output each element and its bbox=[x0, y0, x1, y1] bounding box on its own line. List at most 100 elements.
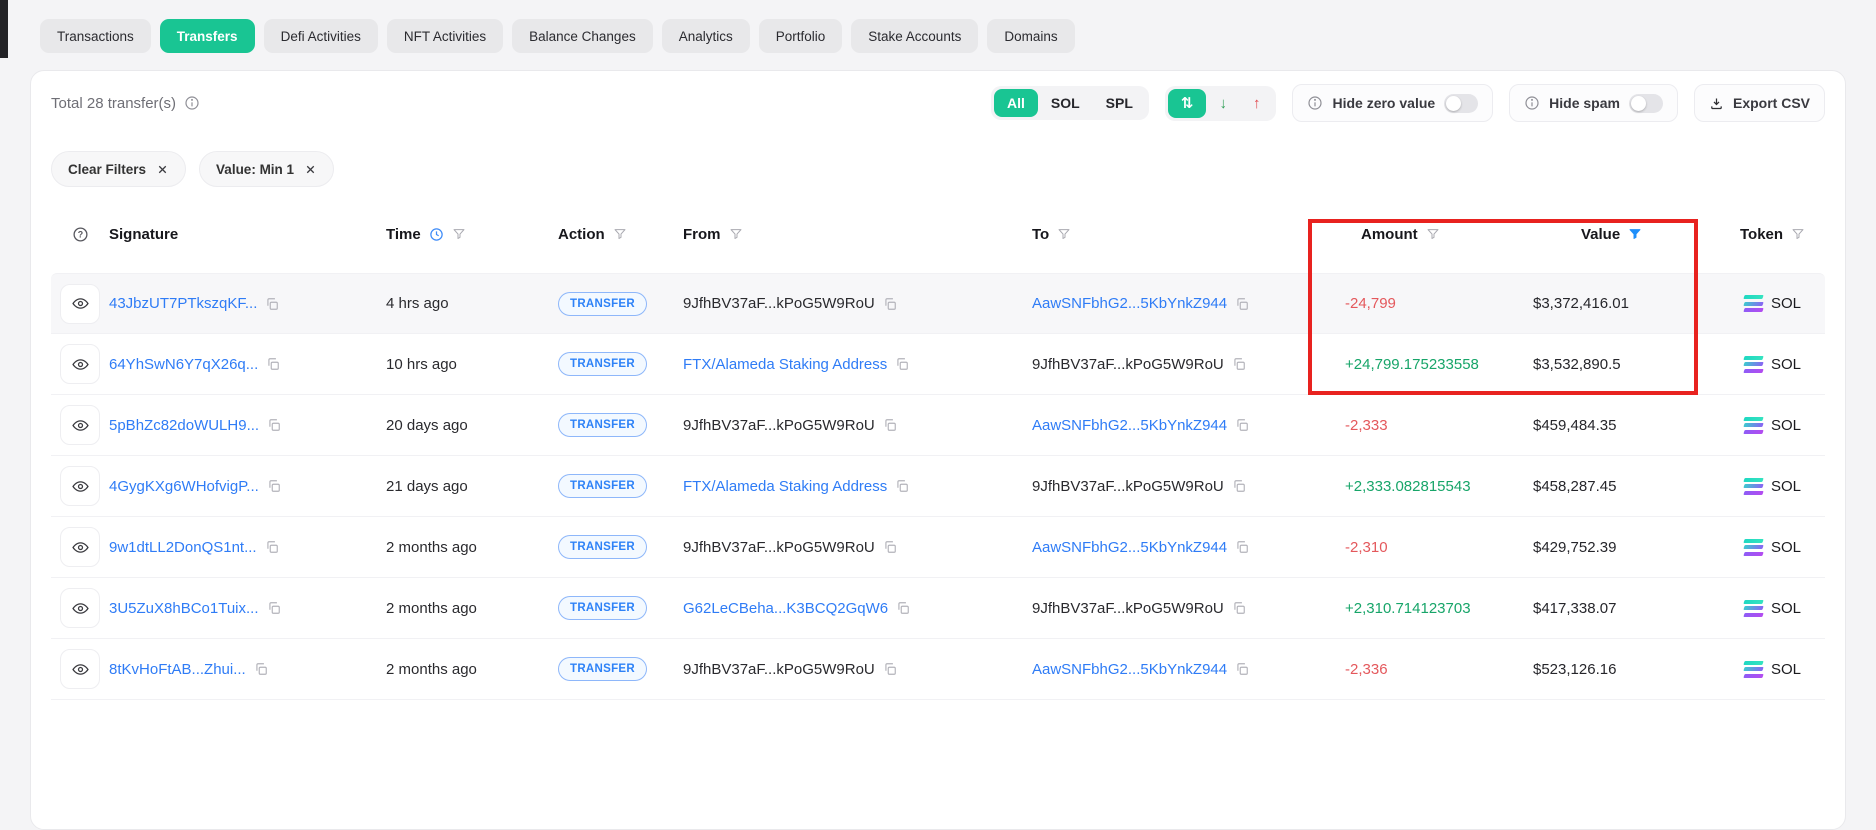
signature-link[interactable]: 3U5ZuX8hBCo1Tuix... bbox=[109, 600, 259, 617]
column-value: Value bbox=[1521, 226, 1716, 243]
copy-icon[interactable] bbox=[266, 357, 280, 371]
hide-zero-value-control[interactable]: Hide zero value bbox=[1292, 84, 1493, 122]
time-value: 2 months ago bbox=[386, 661, 477, 678]
filter-icon[interactable] bbox=[1426, 227, 1440, 241]
filter-icon[interactable] bbox=[729, 227, 743, 241]
copy-icon[interactable] bbox=[267, 418, 281, 432]
copy-icon[interactable] bbox=[254, 662, 268, 676]
total-transfers-label: Total 28 transfer(s) bbox=[51, 95, 176, 112]
info-icon[interactable] bbox=[184, 95, 200, 111]
copy-icon[interactable] bbox=[1232, 479, 1246, 493]
export-csv-button[interactable]: Export CSV bbox=[1694, 84, 1825, 122]
sort-both-glyph: ⇅ bbox=[1181, 95, 1194, 112]
signature-link[interactable]: 43JbzUT7PTkszqKF... bbox=[109, 295, 257, 312]
to-cell: AawSNFbhG2...5KbYnkZ944 bbox=[1032, 417, 1331, 434]
filter-icon[interactable] bbox=[613, 227, 627, 241]
copy-icon[interactable] bbox=[265, 297, 279, 311]
copy-icon[interactable] bbox=[883, 297, 897, 311]
table-body: 43JbzUT7PTkszqKF...4 hrs agoTRANSFER9Jfh… bbox=[51, 273, 1825, 700]
copy-icon[interactable] bbox=[1235, 540, 1249, 554]
filter-icon[interactable] bbox=[1057, 227, 1071, 241]
question-icon[interactable]: ? bbox=[72, 226, 89, 243]
info-icon bbox=[1524, 95, 1540, 111]
segment-sol[interactable]: SOL bbox=[1038, 89, 1093, 117]
filter-active-icon[interactable] bbox=[1628, 227, 1642, 241]
filter-chip-label: Value: Min 1 bbox=[216, 162, 294, 177]
from-address: 9JfhBV37aF...kPoG5W9RoU bbox=[683, 295, 875, 312]
tab-domains[interactable]: Domains bbox=[987, 19, 1074, 53]
hide-spam-control[interactable]: Hide spam bbox=[1509, 84, 1678, 122]
copy-icon[interactable] bbox=[895, 479, 909, 493]
value-cell: $458,287.45 bbox=[1521, 478, 1716, 495]
close-icon[interactable] bbox=[304, 163, 317, 176]
copy-icon[interactable] bbox=[883, 540, 897, 554]
to-address[interactable]: AawSNFbhG2...5KbYnkZ944 bbox=[1032, 539, 1227, 556]
close-icon[interactable] bbox=[156, 163, 169, 176]
tab-analytics[interactable]: Analytics bbox=[662, 19, 750, 53]
copy-icon[interactable] bbox=[1232, 357, 1246, 371]
copy-icon[interactable] bbox=[1235, 418, 1249, 432]
tab-balance-changes[interactable]: Balance Changes bbox=[512, 19, 653, 53]
clock-icon[interactable] bbox=[429, 227, 444, 242]
tab-defi-activities[interactable]: Defi Activities bbox=[264, 19, 378, 53]
copy-icon[interactable] bbox=[265, 540, 279, 554]
preview-eye-button[interactable] bbox=[60, 527, 100, 567]
hide-zero-value-toggle[interactable] bbox=[1444, 94, 1478, 113]
column-from: From bbox=[683, 226, 1032, 243]
to-address[interactable]: AawSNFbhG2...5KbYnkZ944 bbox=[1032, 295, 1227, 312]
from-address[interactable]: FTX/Alameda Staking Address bbox=[683, 478, 887, 495]
from-address[interactable]: G62LeCBeha...K3BCQ2GqW6 bbox=[683, 600, 888, 617]
sort-down-icon[interactable]: ↓ bbox=[1206, 89, 1240, 118]
copy-icon[interactable] bbox=[883, 662, 897, 676]
signature-link[interactable]: 9w1dtLL2DonQS1nt... bbox=[109, 539, 257, 556]
solana-icon bbox=[1744, 661, 1763, 678]
token-label: SOL bbox=[1771, 417, 1801, 434]
time-value: 21 days ago bbox=[386, 478, 468, 495]
to-address[interactable]: AawSNFbhG2...5KbYnkZ944 bbox=[1032, 417, 1227, 434]
signature-link[interactable]: 5pBhZc82doWULH9... bbox=[109, 417, 259, 434]
preview-eye-button[interactable] bbox=[60, 284, 100, 324]
from-address[interactable]: FTX/Alameda Staking Address bbox=[683, 356, 887, 373]
signature-link[interactable]: 8tKvHoFtAB...Zhui... bbox=[109, 661, 246, 678]
copy-icon[interactable] bbox=[267, 479, 281, 493]
tab-transactions[interactable]: Transactions bbox=[40, 19, 151, 53]
usd-value: $3,532,890.5 bbox=[1533, 356, 1621, 373]
copy-icon[interactable] bbox=[883, 418, 897, 432]
filter-chip-value-min-1[interactable]: Value: Min 1 bbox=[199, 151, 334, 187]
copy-icon[interactable] bbox=[267, 601, 281, 615]
copy-icon[interactable] bbox=[896, 601, 910, 615]
signature-link[interactable]: 64YhSwN6Y7qX26q... bbox=[109, 356, 258, 373]
preview-eye-button[interactable] bbox=[60, 588, 100, 628]
token-type-filter: AllSOLSPL bbox=[991, 86, 1149, 120]
tab-stake-accounts[interactable]: Stake Accounts bbox=[851, 19, 978, 53]
segment-all[interactable]: All bbox=[994, 89, 1038, 117]
preview-eye-button[interactable] bbox=[60, 466, 100, 506]
copy-icon[interactable] bbox=[1235, 297, 1249, 311]
tab-transfers[interactable]: Transfers bbox=[160, 19, 255, 53]
amount-cell: -24,799 bbox=[1331, 295, 1521, 312]
copy-icon[interactable] bbox=[1232, 601, 1246, 615]
copy-icon[interactable] bbox=[895, 357, 909, 371]
preview-eye-button[interactable] bbox=[60, 344, 100, 384]
segment-spl[interactable]: SPL bbox=[1093, 89, 1146, 117]
token-label: SOL bbox=[1771, 661, 1801, 678]
to-header-label: To bbox=[1032, 226, 1049, 243]
amount-value: -2,310 bbox=[1345, 539, 1388, 556]
tab-portfolio[interactable]: Portfolio bbox=[759, 19, 843, 53]
preview-cell bbox=[51, 588, 109, 628]
preview-eye-button[interactable] bbox=[60, 405, 100, 445]
filter-chip-clear-filters[interactable]: Clear Filters bbox=[51, 151, 186, 187]
sort-up-icon[interactable]: ↑ bbox=[1240, 89, 1274, 118]
hide-spam-toggle[interactable] bbox=[1629, 94, 1663, 113]
filter-icon[interactable] bbox=[1791, 227, 1805, 241]
preview-eye-button[interactable] bbox=[60, 649, 100, 689]
value-cell: $429,752.39 bbox=[1521, 539, 1716, 556]
signature-cell: 5pBhZc82doWULH9... bbox=[109, 417, 386, 434]
copy-icon[interactable] bbox=[1235, 662, 1249, 676]
filter-icon[interactable] bbox=[452, 227, 466, 241]
signature-link[interactable]: 4GygKXg6WHofvigP... bbox=[109, 478, 259, 495]
to-address[interactable]: AawSNFbhG2...5KbYnkZ944 bbox=[1032, 661, 1227, 678]
sort-both-icon[interactable]: ⇅ bbox=[1168, 89, 1207, 118]
tab-nft-activities[interactable]: NFT Activities bbox=[387, 19, 503, 53]
signature-cell: 3U5ZuX8hBCo1Tuix... bbox=[109, 600, 386, 617]
